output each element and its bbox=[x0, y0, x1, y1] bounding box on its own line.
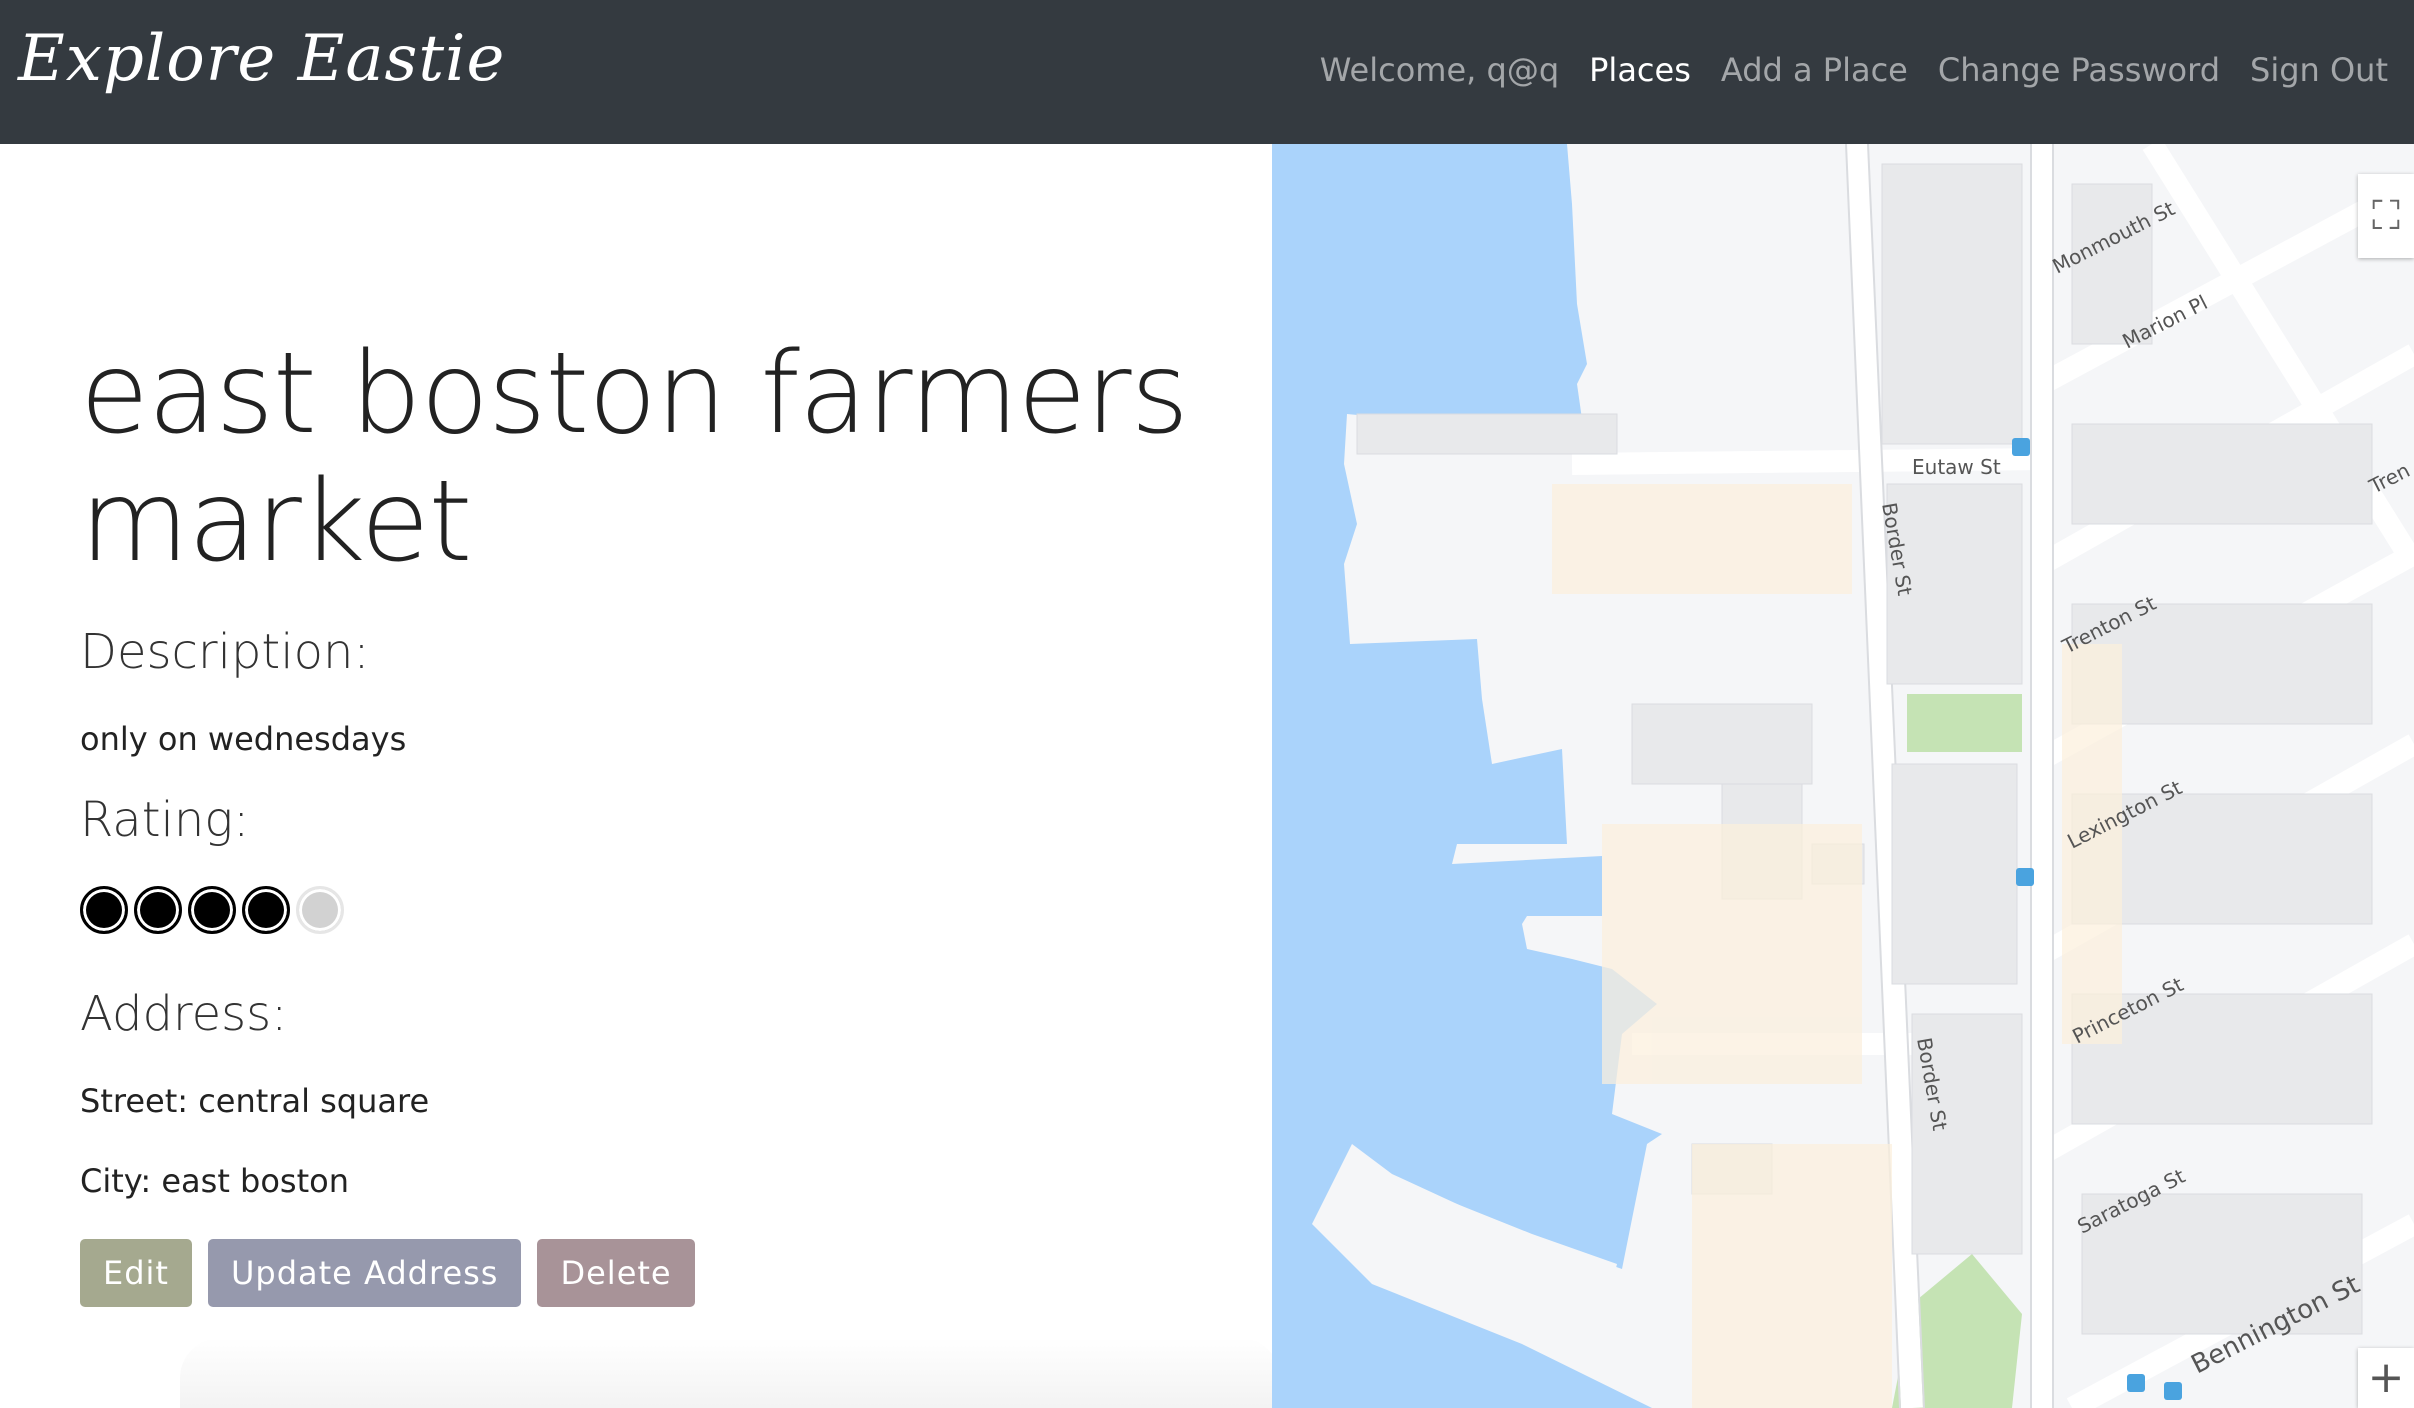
fullscreen-icon[interactable]: ⛶ bbox=[2358, 174, 2414, 258]
description-heading: Description: bbox=[80, 624, 370, 680]
street-label-eutaw: Eutaw St bbox=[1912, 455, 2001, 479]
nav-welcome: Welcome, q@q bbox=[1319, 51, 1560, 89]
description-text: only on wednesdays bbox=[80, 720, 407, 758]
brand-logo[interactable]: Explore Eastie bbox=[18, 22, 505, 96]
rating-dot-filled bbox=[242, 886, 290, 934]
update-address-button[interactable]: Update Address bbox=[207, 1239, 522, 1307]
city-text: City: east boston bbox=[80, 1162, 349, 1200]
nav-change-password[interactable]: Change Password bbox=[1938, 51, 2220, 89]
nav-sign-out[interactable]: Sign Out bbox=[2250, 51, 2388, 89]
zoom-in-button[interactable]: + bbox=[2358, 1348, 2414, 1408]
map-canvas[interactable]: Monmouth St Marion Pl Eutaw St Border St… bbox=[1272, 144, 2414, 1408]
rating-dot-filled bbox=[134, 886, 182, 934]
rating-dots bbox=[80, 886, 344, 934]
address-heading: Address: bbox=[80, 986, 288, 1042]
street-text: Street: central square bbox=[80, 1082, 430, 1120]
bus-stop-icon bbox=[2164, 1382, 2182, 1400]
delete-button[interactable]: Delete bbox=[537, 1239, 695, 1307]
top-navbar: Explore Eastie Welcome, q@q Places Add a… bbox=[0, 0, 2414, 144]
rating-dot-filled bbox=[80, 886, 128, 934]
rating-dot-empty bbox=[296, 886, 344, 934]
nav-add-place[interactable]: Add a Place bbox=[1721, 51, 1908, 89]
edit-button[interactable]: Edit bbox=[80, 1239, 192, 1307]
place-detail-panel: east boston farmers market Description: … bbox=[80, 144, 1260, 1307]
park bbox=[1907, 694, 2022, 752]
bus-stop-icon bbox=[2012, 438, 2030, 456]
place-title: east boston farmers market bbox=[80, 329, 1189, 587]
bus-stop-icon bbox=[2127, 1374, 2145, 1392]
rating-dot-filled bbox=[188, 886, 236, 934]
rating-heading: Rating: bbox=[80, 792, 250, 848]
nav-links: Welcome, q@q Places Add a Place Change P… bbox=[1320, 48, 2388, 92]
action-buttons: Edit Update Address Delete bbox=[80, 1239, 695, 1307]
map-view[interactable]: Monmouth St Marion Pl Eutaw St Border St… bbox=[1272, 144, 2414, 1408]
bottom-shadow bbox=[180, 1338, 1280, 1408]
nav-places[interactable]: Places bbox=[1589, 51, 1691, 89]
bus-stop-icon bbox=[2016, 868, 2034, 886]
